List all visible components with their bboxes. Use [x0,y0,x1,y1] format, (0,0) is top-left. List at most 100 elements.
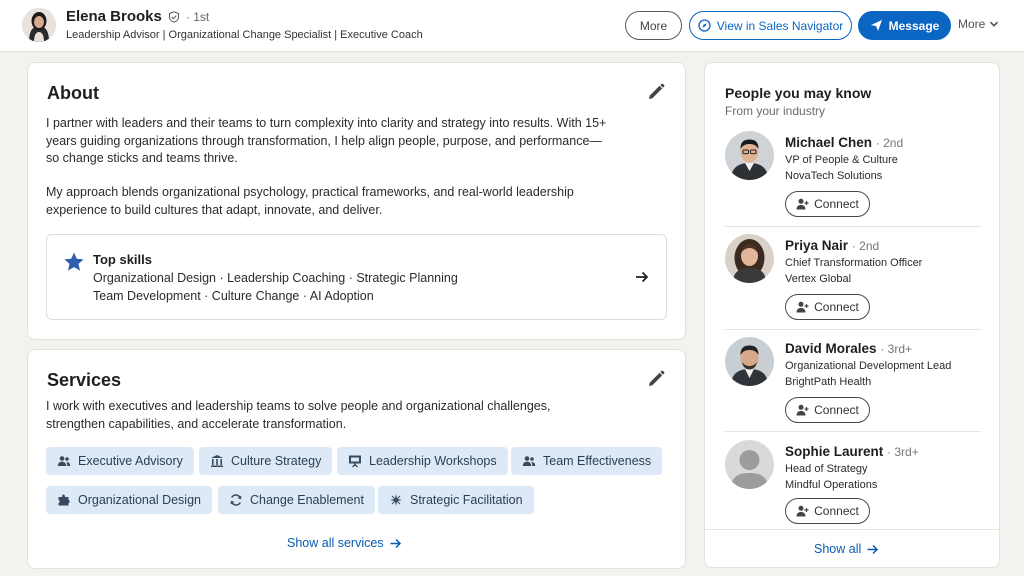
person-role: Chief Transformation Officer [785,257,923,269]
add-person-icon [796,198,809,210]
service-chip-label: Strategic Facilitation [410,493,523,507]
person-name[interactable]: Priya Nair · 2nd [785,238,879,253]
add-person-icon [796,404,809,416]
avatar[interactable] [725,337,774,386]
service-chip[interactable]: Team Effectiveness [511,447,663,475]
add-person-icon [796,505,809,517]
chevron-down-icon [990,21,999,27]
more-button[interactable]: More [625,11,682,40]
service-chip-label: Culture Strategy [231,454,322,468]
divider [705,529,1001,530]
person-name-text: Priya Nair [785,238,849,253]
connect-label: Connect [814,504,859,518]
connect-label: Connect [814,197,859,211]
pymk-title: People you may know [725,85,872,101]
services-title: Services [47,370,122,390]
about-line: experience to build cultures that adapt,… [46,202,383,217]
service-chip[interactable]: Change Enablement [218,486,375,514]
message-button-label: Message [888,18,940,33]
show-all-services-link[interactable]: Show all services [287,536,402,550]
about-line: My approach blends organizational psycho… [46,185,574,199]
profile-headline: Leadership Advisor | Organizational Chan… [66,29,423,41]
refresh-icon [230,494,242,506]
profile-avatar[interactable] [22,8,56,42]
person-company: NovaTech Solutions [785,170,883,182]
service-chip[interactable]: Culture Strategy [199,447,333,475]
service-chip-label: Team Effectiveness [543,454,652,468]
person-name-text: David Morales [785,341,877,356]
person-company: BrightPath Health [785,376,872,388]
about-line: I partner with leaders and their teams t… [46,116,607,130]
sales-navigator-button[interactable]: View in Sales Navigator [689,11,852,40]
person-company: Vertex Global [785,273,852,285]
show-all-people-label: Show all [814,542,862,556]
arrow-right-icon [867,544,879,554]
connect-button[interactable]: Connect [785,191,870,217]
show-all-services-label: Show all services [287,536,384,550]
about-paragraph-2: My approach blends organizational psycho… [46,184,574,219]
person-degree: · 2nd [851,239,880,253]
edit-pencil-icon[interactable] [646,82,666,102]
top-skills-line: Team Development · Culture Change · AI A… [93,289,374,303]
person-degree: · 3rd+ [887,445,919,459]
message-button[interactable]: Message [858,11,951,40]
people-icon [522,456,536,466]
connect-label: Connect [814,300,859,314]
person-degree: · 3rd+ [880,342,912,356]
person-role: Organizational Development Lead [785,360,952,372]
sales-navigator-label: View in Sales Navigator [716,18,844,33]
more-button-label: More [639,18,668,33]
arrow-right-icon [390,538,401,548]
about-line: so change sticks and teams thrive. [46,151,238,165]
person-name[interactable]: Sophie Laurent · 3rd+ [785,444,919,459]
person-name[interactable]: David Morales · 3rd+ [785,341,912,356]
person-name[interactable]: Michael Chen · 2nd [785,135,903,150]
avatar[interactable] [725,234,774,283]
profile-name[interactable]: Elena Brooks [66,8,162,25]
service-chip[interactable]: Executive Advisory [46,447,194,475]
profile-sticky-header: Elena Brooks · 1st Leadership Advisor | … [0,0,1024,52]
divider [725,329,981,330]
about-line: years guiding organizations through tran… [46,133,602,148]
connect-button[interactable]: Connect [785,498,870,524]
service-chip[interactable]: Leadership Workshops [337,447,508,475]
sparkle-icon [390,494,402,506]
service-chip-label: Change Enablement [250,493,364,507]
arrow-right-icon[interactable] [634,269,650,285]
pymk-subtitle: From your industry [725,104,826,118]
top-skills-line: Organizational Design · Leadership Coach… [93,271,458,285]
avatar[interactable] [725,131,774,180]
puzzle-icon [58,494,70,506]
add-person-icon [796,301,809,313]
service-chip[interactable]: Organizational Design [46,486,212,514]
person-degree: · 2nd [875,136,904,150]
people-you-may-know-card: People you may know From your industry M… [704,62,1001,568]
service-chip[interactable]: Strategic Facilitation [378,486,534,514]
avatar[interactable] [725,440,774,489]
services-line: I work with executives and leadership te… [46,399,551,413]
service-chip-label: Organizational Design [78,493,201,507]
service-chip-label: Leadership Workshops [369,454,497,468]
show-all-people-link[interactable]: Show all [814,542,879,556]
presentation-icon [349,455,361,468]
connection-degree: · 1st [185,9,210,24]
services-line: strengthen capabilities, and accelerate … [46,416,347,431]
connect-button[interactable]: Connect [785,397,870,423]
about-title: About [47,83,99,103]
connect-button[interactable]: Connect [785,294,870,320]
about-paragraph-1: I partner with leaders and their teams t… [46,115,606,168]
top-skills-box[interactable]: Top skills Organizational Design · Leade… [46,234,667,320]
person-name-text: Michael Chen [785,135,873,150]
star-icon [64,252,84,271]
verified-shield-icon [168,10,179,23]
institution-icon [211,455,223,467]
person-role: VP of People & Culture [785,154,898,166]
edit-pencil-icon[interactable] [646,369,666,389]
more-menu[interactable]: More [958,17,999,31]
top-skills-title: Top skills [93,252,152,267]
divider [725,226,981,227]
services-description: I work with executives and leadership te… [46,398,550,433]
compass-icon [698,19,711,32]
person-name-text: Sophie Laurent [785,444,884,459]
divider [725,431,981,432]
